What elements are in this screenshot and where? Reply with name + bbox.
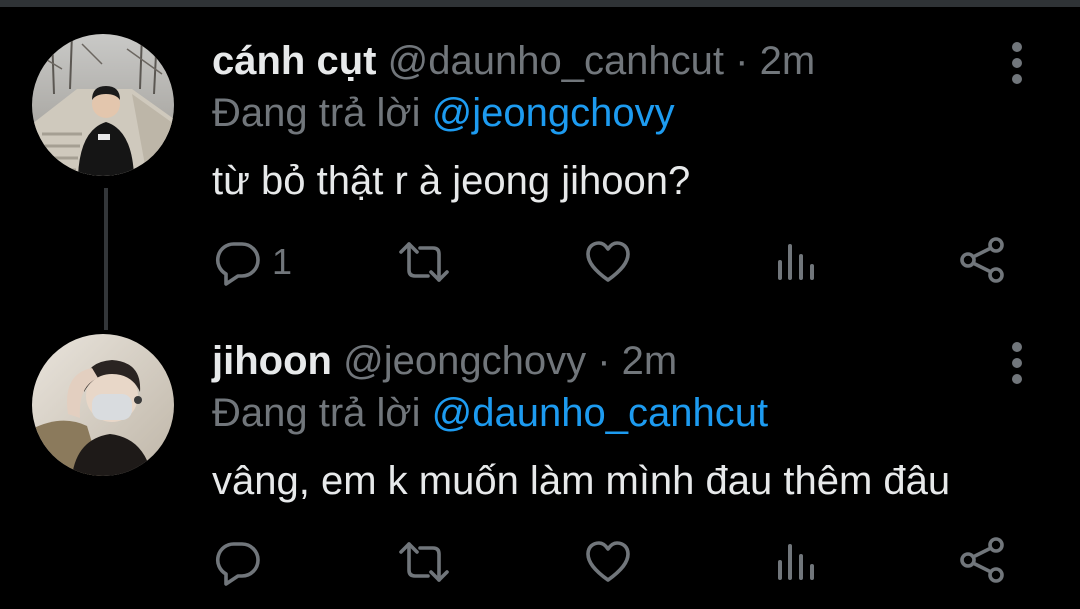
user-handle[interactable]: @daunho_canhcut (388, 39, 724, 83)
tweet-text: từ bỏ thật r à jeong jihoon? (212, 159, 691, 203)
timestamp[interactable]: 2m (760, 39, 816, 83)
avatar-canhcut[interactable] (32, 34, 174, 176)
display-name[interactable]: cánh cụt (212, 39, 376, 83)
heart-icon (586, 241, 630, 282)
replying-to-mention[interactable]: @daunho_canhcut (432, 391, 768, 435)
share-button[interactable] (958, 236, 1006, 284)
display-name[interactable]: jihoon (212, 339, 332, 383)
meta-separator: · (597, 339, 611, 383)
replying-to-mention[interactable]: @jeongchovy (432, 91, 675, 135)
person-photo-avatar-icon (32, 34, 174, 176)
tweet-header: jihoon @jeongchovy · 2m (212, 336, 677, 386)
reply-icon (215, 242, 260, 286)
reply-button[interactable]: 1 (214, 238, 304, 286)
retweet-button[interactable] (398, 238, 450, 286)
reply-count: 1 (272, 241, 293, 282)
avatar-jihoon[interactable] (32, 334, 174, 476)
replying-to-label: Đang trả lời (212, 391, 421, 435)
more-vertical-icon[interactable] (1002, 38, 1032, 88)
like-button[interactable] (584, 238, 632, 286)
share-icon (960, 237, 1004, 283)
share-button[interactable] (958, 536, 1006, 584)
tweet-header: cánh cụt @daunho_canhcut · 2m (212, 36, 815, 86)
tweet-text: vâng, em k muốn làm mình đau thêm đâu (212, 459, 951, 503)
user-handle[interactable]: @jeongchovy (343, 339, 586, 383)
more-vertical-icon[interactable] (1002, 338, 1032, 388)
timestamp[interactable]: 2m (622, 339, 678, 383)
thread-connector (104, 188, 108, 330)
top-divider (0, 0, 1080, 7)
retweet-button[interactable] (398, 538, 450, 586)
replying-to: Đang trả lời @daunho_canhcut (212, 388, 768, 438)
retweet-icon (399, 542, 449, 582)
meta-separator: · (735, 39, 749, 83)
analytics-icon (778, 544, 814, 580)
replying-to: Đang trả lời @jeongchovy (212, 88, 675, 138)
analytics-button[interactable] (776, 540, 816, 588)
analytics-button[interactable] (776, 240, 816, 288)
analytics-icon (778, 244, 814, 280)
replying-to-label: Đang trả lời (212, 91, 421, 135)
retweet-icon (399, 242, 449, 282)
share-icon (960, 537, 1004, 583)
reply-icon (215, 542, 260, 586)
reply-button[interactable] (214, 538, 304, 586)
like-button[interactable] (584, 538, 632, 586)
heart-icon (586, 541, 630, 582)
person-photo-avatar-icon (32, 334, 174, 476)
